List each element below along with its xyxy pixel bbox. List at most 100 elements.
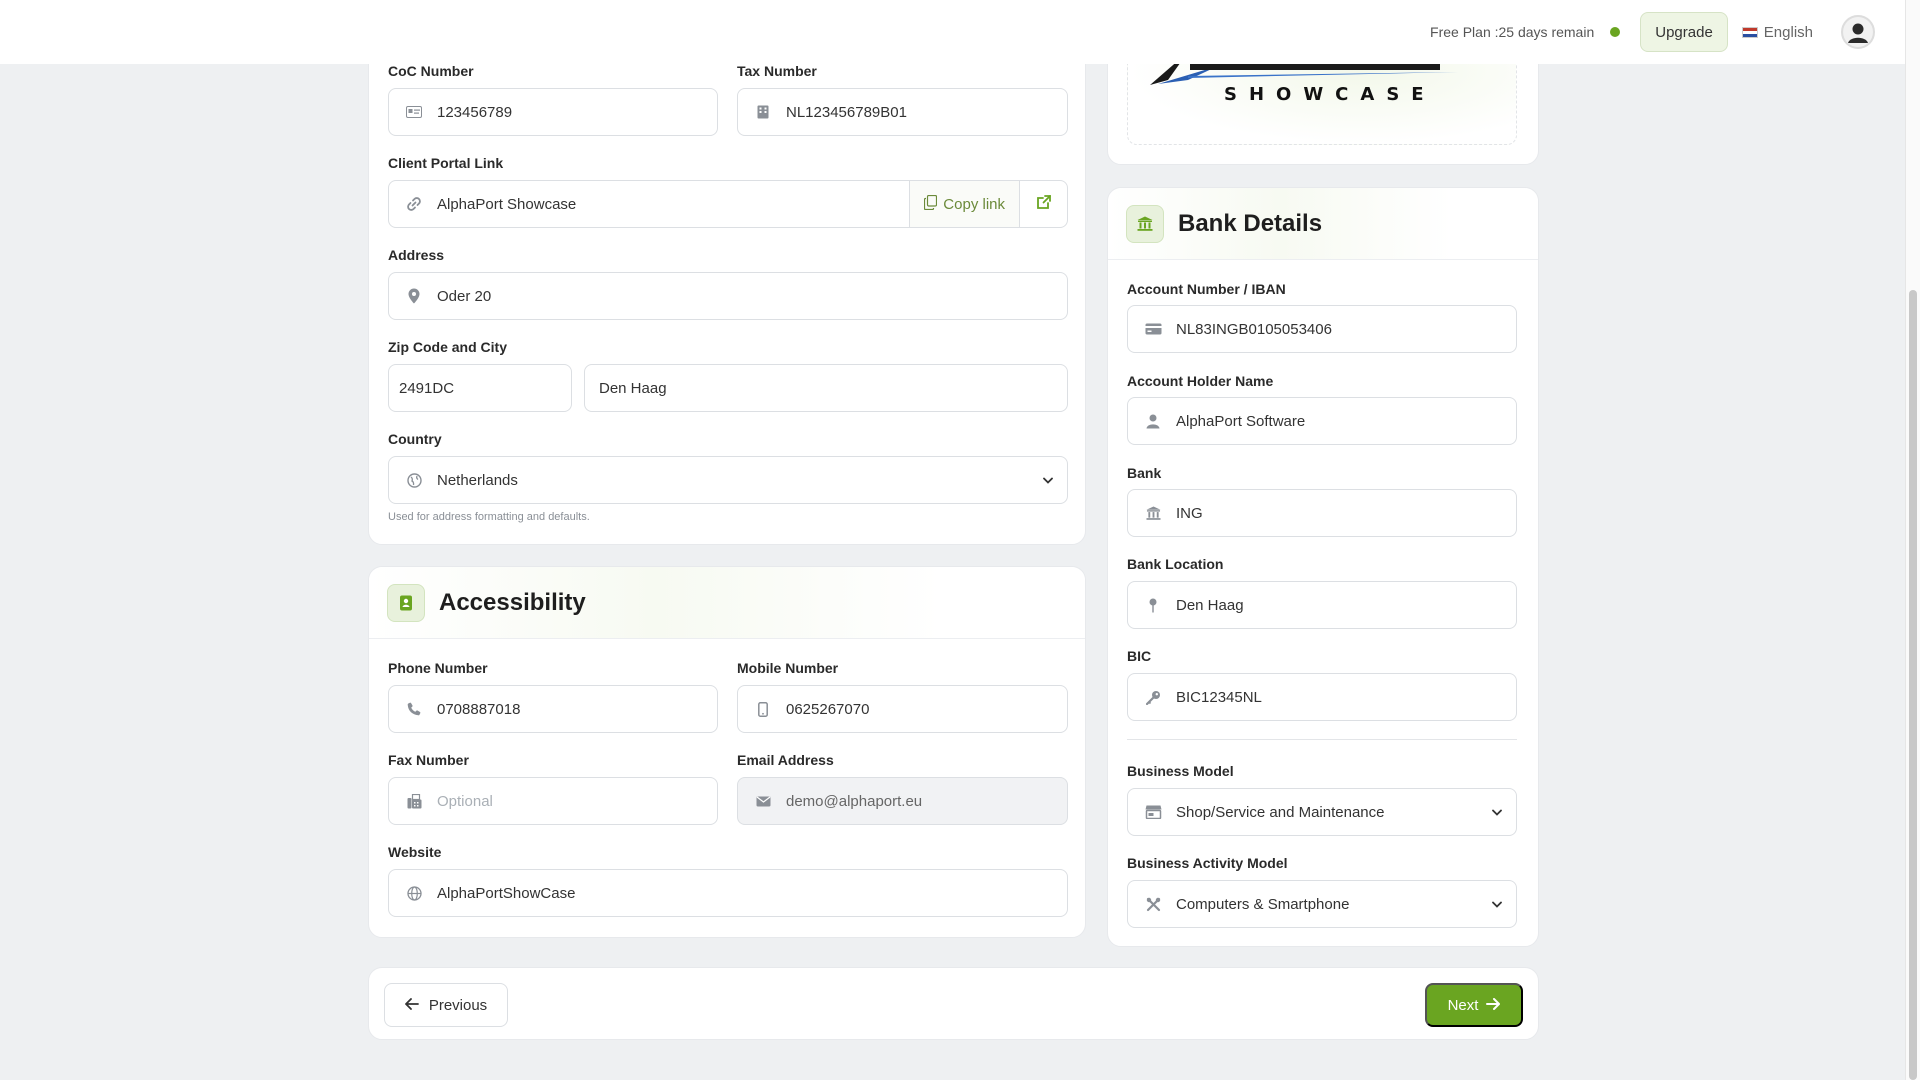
business-model-value: Shop/Service and Maintenance bbox=[1176, 803, 1385, 821]
address-label: Address bbox=[388, 247, 445, 263]
us-flag-icon bbox=[1741, 26, 1758, 38]
email-address-field[interactable]: demo@alphaport.eu bbox=[737, 777, 1068, 825]
iban-label: Account Number / IBAN bbox=[1127, 281, 1286, 297]
mobile-number-value: 0625267070 bbox=[786, 700, 870, 718]
chevron-down-icon bbox=[1492, 805, 1502, 819]
country-value: Netherlands bbox=[437, 471, 518, 489]
previous-label: Previous bbox=[428, 996, 488, 1014]
address-field[interactable]: Oder 20 bbox=[388, 272, 1068, 320]
client-portal-value: AlphaPort Showcase bbox=[437, 195, 577, 213]
iban-field[interactable]: NL83INGB0105053406 bbox=[1127, 305, 1517, 353]
city-field[interactable]: Den Haag bbox=[584, 364, 1068, 412]
country-select[interactable]: Netherlands bbox=[388, 456, 1068, 504]
email-address-label: Email Address bbox=[737, 752, 834, 768]
open-portal-button[interactable] bbox=[1019, 181, 1067, 227]
accessibility-title: Accessibility bbox=[439, 588, 586, 616]
user-avatar[interactable] bbox=[1841, 15, 1875, 49]
top-bar: Free Plan :25 days remain Upgrade Englis… bbox=[0, 0, 1905, 64]
bank-details-title: Bank Details bbox=[1178, 209, 1323, 237]
client-portal-field[interactable]: AlphaPort Showcase Copy link bbox=[388, 180, 1068, 228]
tax-number-value: NL123456789B01 bbox=[786, 103, 907, 121]
phone-number-value: 0708887018 bbox=[437, 700, 521, 718]
fax-number-placeholder: Optional bbox=[437, 792, 493, 810]
upgrade-button[interactable]: Upgrade bbox=[1640, 12, 1728, 52]
coc-number-field[interactable]: 123456789 bbox=[388, 88, 718, 136]
bank-building-icon bbox=[1126, 204, 1164, 243]
city-value: Den Haag bbox=[599, 379, 667, 397]
bic-field[interactable]: BIC12345NL bbox=[1127, 673, 1517, 721]
client-portal-label: Client Portal Link bbox=[388, 155, 504, 171]
bank-field[interactable]: ING bbox=[1127, 489, 1517, 537]
copy-icon bbox=[924, 194, 938, 214]
arrow-right-icon bbox=[1486, 997, 1501, 1014]
phone-number-label: Phone Number bbox=[388, 660, 488, 676]
account-holder-field[interactable]: AlphaPort Software bbox=[1127, 397, 1517, 445]
zip-code-field[interactable]: 2491DC bbox=[388, 364, 572, 412]
copy-link-button[interactable]: Copy link bbox=[909, 181, 1019, 227]
map-pin-icon bbox=[403, 288, 425, 304]
wizard-navigation-card bbox=[368, 967, 1539, 1040]
chevron-down-icon bbox=[1492, 897, 1502, 911]
mobile-number-field[interactable]: 0625267070 bbox=[737, 685, 1068, 733]
bank-location-value: Den Haag bbox=[1176, 596, 1244, 614]
fax-number-label: Fax Number bbox=[388, 752, 469, 768]
fax-number-field[interactable]: Optional bbox=[388, 777, 718, 825]
plan-status-text: Free Plan :25 days remain bbox=[1430, 24, 1595, 40]
email-address-value: demo@alphaport.eu bbox=[786, 792, 923, 810]
user-avatar-icon bbox=[1843, 17, 1873, 47]
bic-value: BIC12345NL bbox=[1176, 688, 1262, 706]
account-holder-value: AlphaPort Software bbox=[1176, 412, 1306, 430]
tax-number-field[interactable]: NL123456789B01 bbox=[737, 88, 1068, 136]
business-model-select[interactable]: Shop/Service and Maintenance bbox=[1127, 788, 1517, 836]
country-helper-text: Used for address formatting and defaults… bbox=[388, 511, 590, 523]
website-label: Website bbox=[388, 844, 442, 860]
phone-number-field[interactable]: 0708887018 bbox=[388, 685, 718, 733]
business-activity-value: Computers & Smartphone bbox=[1176, 895, 1350, 913]
page-scrollbar[interactable] bbox=[1905, 0, 1920, 1080]
next-button[interactable]: Next bbox=[1425, 983, 1523, 1027]
zip-city-label: Zip Code and City bbox=[388, 339, 507, 355]
plan-status-dot bbox=[1610, 27, 1621, 37]
language-label: English bbox=[1763, 23, 1813, 41]
link-icon bbox=[403, 196, 425, 212]
bank-value: ING bbox=[1176, 504, 1203, 522]
address-value: Oder 20 bbox=[437, 287, 492, 305]
id-card-icon bbox=[403, 106, 425, 118]
bank-details-header: Bank Details bbox=[1108, 188, 1538, 260]
coc-number-value: 123456789 bbox=[437, 103, 513, 121]
building-icon bbox=[752, 105, 774, 119]
arrow-left-icon bbox=[404, 997, 419, 1014]
credit-card-icon bbox=[1142, 323, 1164, 335]
tax-number-label: Tax Number bbox=[737, 63, 817, 79]
accessibility-header: Accessibility bbox=[369, 567, 1085, 639]
key-icon bbox=[1142, 690, 1164, 705]
user-icon bbox=[1142, 414, 1164, 429]
previous-button[interactable]: Previous bbox=[384, 983, 508, 1027]
business-model-label: Business Model bbox=[1127, 763, 1234, 779]
bank-location-field[interactable]: Den Haag bbox=[1127, 581, 1517, 629]
account-holder-label: Account Holder Name bbox=[1127, 373, 1274, 389]
copy-link-label: Copy link bbox=[943, 195, 1005, 213]
bank-location-label: Bank Location bbox=[1127, 556, 1224, 572]
tools-icon bbox=[1142, 897, 1164, 912]
iban-value: NL83INGB0105053406 bbox=[1176, 320, 1332, 338]
website-field[interactable]: AlphaPortShowCase bbox=[388, 869, 1068, 917]
scrollbar-thumb[interactable] bbox=[1909, 290, 1917, 1080]
mobile-number-label: Mobile Number bbox=[737, 660, 839, 676]
country-label: Country bbox=[388, 431, 442, 447]
business-activity-label: Business Activity Model bbox=[1127, 855, 1288, 871]
fax-icon bbox=[403, 793, 425, 809]
section-divider bbox=[1127, 739, 1517, 740]
external-link-icon bbox=[1036, 194, 1052, 214]
contact-book-icon bbox=[387, 583, 425, 622]
phone-icon bbox=[403, 702, 425, 716]
globe-icon bbox=[403, 472, 425, 488]
website-value: AlphaPortShowCase bbox=[437, 884, 576, 902]
language-selector[interactable]: English bbox=[1741, 23, 1813, 41]
company-logo-wordmark: SHOWCASE bbox=[1224, 84, 1436, 105]
bank-label: Bank bbox=[1127, 465, 1162, 481]
business-activity-select[interactable]: Computers & Smartphone bbox=[1127, 880, 1517, 928]
chevron-down-icon bbox=[1043, 473, 1053, 487]
zip-code-value: 2491DC bbox=[399, 379, 455, 397]
map-marker-icon bbox=[1142, 598, 1164, 613]
